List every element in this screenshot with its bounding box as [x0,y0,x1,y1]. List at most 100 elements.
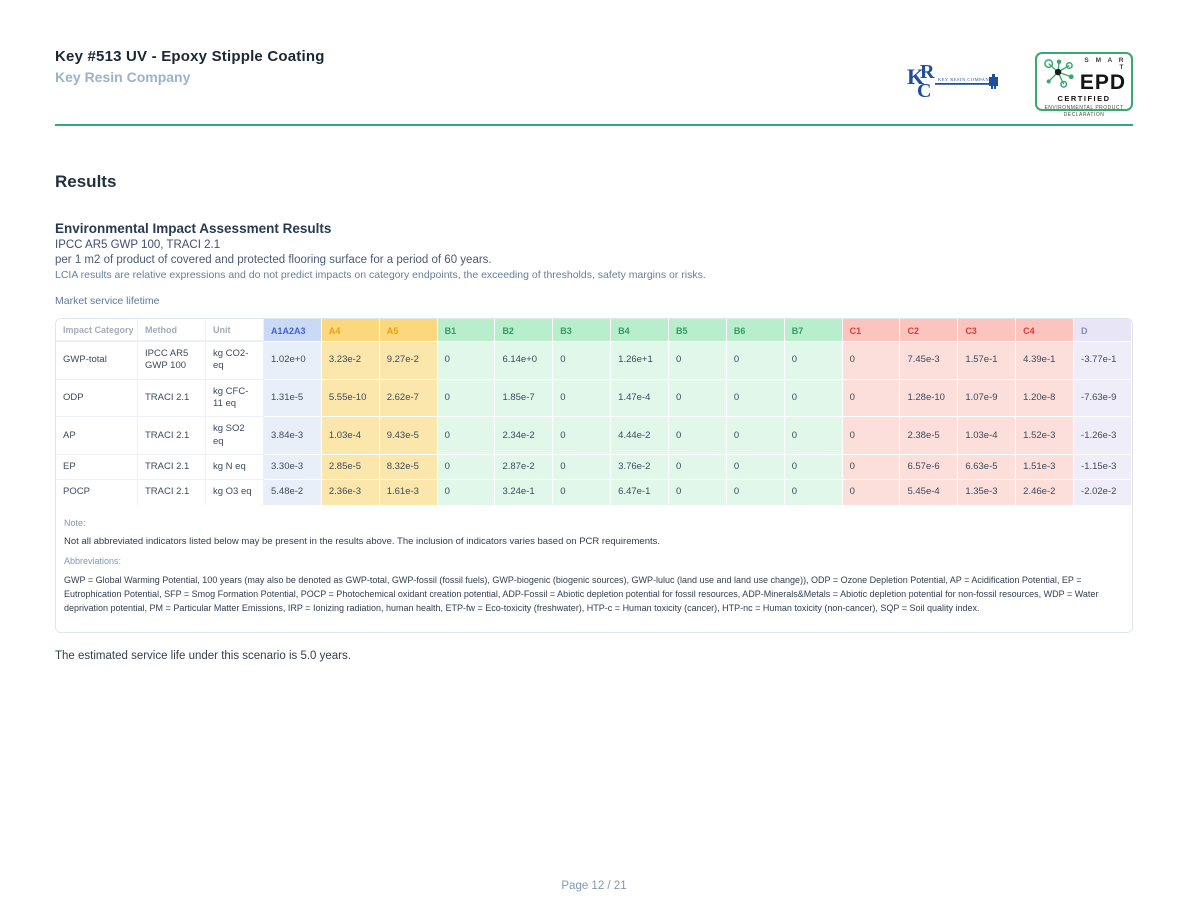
table-cell: 0 [727,479,785,504]
impact-category-cell: GWP-total [56,341,138,379]
document-page: Key #513 UV - Epoxy Stipple Coating Key … [0,0,1188,918]
market-service-lifetime-label: Market service lifetime [55,295,1133,307]
table-cell: 1.20e-8 [1016,379,1074,417]
table-row: GWP-totalIPCC AR5 GWP 100kg CO2-eq1.02e+… [56,341,1132,379]
table-cell: 3.84e-3 [264,416,322,454]
table-cell: 0 [727,416,785,454]
table-cell: 1.07e-9 [958,379,1016,417]
table-header-cell: Impact Category [56,319,138,341]
table-cell: 4.44e-2 [611,416,669,454]
table-header-cell: C4 [1016,319,1074,341]
table-cell: 6.57e-6 [900,454,958,479]
table-cell: -3.77e-1 [1074,341,1132,379]
table-cell: 2.36e-3 [322,479,380,504]
table-cell: 1.57e-1 [958,341,1016,379]
table-header-cell: A1A2A3 [264,319,322,341]
table-cell: 1.47e-4 [611,379,669,417]
table-header-cell: Method [138,319,206,341]
table-cell: 6.47e-1 [611,479,669,504]
table-notes: Note: Not all abbreviated indicators lis… [56,505,1132,632]
table-cell: 2.62e-7 [380,379,438,417]
table-cell: 2.87e-2 [495,454,553,479]
table-cell: 0 [553,416,611,454]
note-text: Not all abbreviated indicators listed be… [64,536,1124,547]
page-number: Page 12 / 21 [561,880,626,892]
table-cell: 1.03e-4 [322,416,380,454]
table-cell: TRACI 2.1 [138,479,206,504]
table-cell: -7.63e-9 [1074,379,1132,417]
results-heading: Results [55,172,1133,192]
table-cell: 0 [843,416,901,454]
table-cell: kg SO2 eq [206,416,264,454]
table-header-cell: C3 [958,319,1016,341]
table-cell: 3.24e-1 [495,479,553,504]
table-cell: 1.03e-4 [958,416,1016,454]
impact-category-cell: ODP [56,379,138,417]
abbreviations-text: GWP = Global Warming Potential, 100 year… [64,574,1124,616]
table-cell: 1.52e-3 [1016,416,1074,454]
table-cell: 1.61e-3 [380,479,438,504]
table-cell: 0 [553,379,611,417]
table-cell: 8.32e-5 [380,454,438,479]
table-header-cell: B4 [611,319,669,341]
table-header-cell: A5 [380,319,438,341]
epd-declaration-label: DECLARATION [1064,112,1105,118]
table-cell: 1.51e-3 [1016,454,1074,479]
table-header-cell: B3 [553,319,611,341]
table-cell: 0 [785,479,843,504]
impact-category-cell: EP [56,454,138,479]
table-cell: 5.55e-10 [322,379,380,417]
table-cell: TRACI 2.1 [138,454,206,479]
table-row: EPTRACI 2.1kg N eq3.30e-32.85e-58.32e-50… [56,454,1132,479]
table-cell: 5.45e-4 [900,479,958,504]
table-row: POCPTRACI 2.1kg O3 eq5.48e-22.36e-31.61e… [56,479,1132,504]
service-life-statement: The estimated service life under this sc… [55,650,1133,662]
header-divider [55,124,1133,126]
lcia-disclaimer: LCIA results are relative expressions an… [55,269,1133,281]
table-cell: 3.23e-2 [322,341,380,379]
abbreviations-label: Abbreviations: [64,556,1124,566]
table-cell: 0 [785,379,843,417]
table-cell: 7.45e-3 [900,341,958,379]
table-cell: 1.28e-10 [900,379,958,417]
table-header-cell: B2 [495,319,553,341]
table-header-cell: A4 [322,319,380,341]
table-cell: 0 [438,479,496,504]
note-label: Note: [64,518,1124,528]
table-cell: 0 [785,341,843,379]
impact-assessment-heading: Environmental Impact Assessment Results [55,221,1133,236]
table-cell: 2.38e-5 [900,416,958,454]
table-cell: 5.48e-2 [264,479,322,504]
svg-text:KEY RESIN COMPANY: KEY RESIN COMPANY [938,77,993,82]
table-cell: 0 [669,454,727,479]
table-cell: 0 [438,341,496,379]
declared-unit-line: per 1 m2 of product of covered and prote… [55,254,1133,266]
table-cell: 1.85e-7 [495,379,553,417]
impact-results-table-container: Impact CategoryMethodUnitA1A2A3A4A5B1B2B… [55,318,1133,633]
methods-line: IPCC AR5 GWP 100, TRACI 2.1 [55,239,1133,251]
table-cell: 0 [843,454,901,479]
table-cell: 0 [553,341,611,379]
table-cell: kg O3 eq [206,479,264,504]
table-cell: 0 [785,454,843,479]
krc-company-logo-icon: K R C KEY RESIN COMPANY [907,59,1003,105]
molecule-icon [1042,58,1076,88]
table-cell: 1.31e-5 [264,379,322,417]
table-cell: 2.34e-2 [495,416,553,454]
impact-category-cell: AP [56,416,138,454]
table-cell: 0 [727,454,785,479]
table-header-cell: B6 [727,319,785,341]
table-cell: kg CFC-11 eq [206,379,264,417]
table-cell: kg N eq [206,454,264,479]
table-header-cell: B1 [438,319,496,341]
table-cell: 0 [438,379,496,417]
table-header-row: Impact CategoryMethodUnitA1A2A3A4A5B1B2B… [56,319,1132,341]
epd-env-product-label: ENVIRONMENTAL PRODUCT [1044,105,1123,111]
table-cell: 0 [438,416,496,454]
table-header-cell: B5 [669,319,727,341]
table-row: APTRACI 2.1kg SO2 eq3.84e-31.03e-49.43e-… [56,416,1132,454]
smart-epd-certified-badge: S M A R T EPD CERTIFIED ENVIRONMENTAL PR… [1035,52,1133,111]
table-cell: 0 [669,341,727,379]
table-cell: 0 [785,416,843,454]
table-cell: TRACI 2.1 [138,416,206,454]
